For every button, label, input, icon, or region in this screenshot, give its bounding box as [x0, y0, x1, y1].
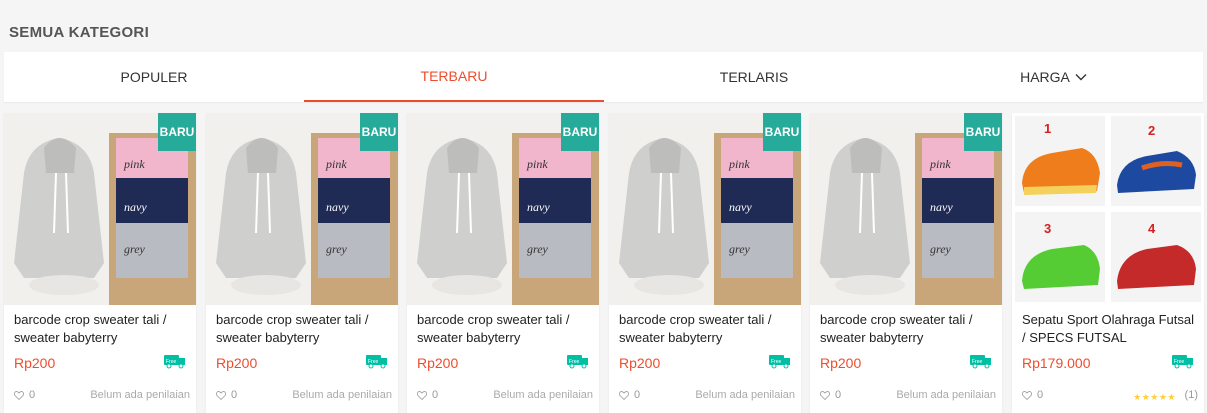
product-card[interactable]: pink navy grey BARU barcode crop sweater…: [407, 113, 599, 413]
like-count: 0: [835, 389, 842, 401]
product-image: pink navy grey BARU: [609, 113, 801, 305]
product-card[interactable]: pink navy grey BARU barcode crop sweater…: [4, 113, 196, 413]
product-card[interactable]: pink navy grey BARU barcode crop sweater…: [609, 113, 801, 413]
like-button[interactable]: 0: [417, 389, 438, 401]
product-title: barcode crop sweater tali / sweater baby…: [820, 312, 973, 345]
tab-label: TERBARU: [420, 68, 488, 84]
rating-count: (1): [1184, 389, 1198, 401]
product-title: barcode crop sweater tali / sweater baby…: [619, 312, 772, 345]
free-shipping-icon: Free: [366, 355, 387, 369]
rating-text: Belum ada penilaian: [90, 389, 190, 401]
rating-text: Belum ada penilaian: [493, 389, 593, 401]
product-title: barcode crop sweater tali / sweater baby…: [216, 312, 369, 345]
svg-text:Free: Free: [569, 359, 580, 365]
product-card[interactable]: pink navy grey BARU barcode crop sweater…: [810, 113, 1002, 413]
shoe-number: 1: [1044, 121, 1051, 136]
tab-label: POPULER: [120, 69, 188, 85]
svg-text:Free: Free: [368, 359, 379, 365]
rating-text: Belum ada penilaian: [695, 389, 795, 401]
product-title: barcode crop sweater tali / sweater baby…: [14, 312, 167, 345]
sweater-grey-label: grey: [729, 242, 751, 256]
product-title: Sepatu Sport Olahraga Futsal / SPECS FUT…: [1022, 312, 1194, 345]
sweater-pink-label: pink: [526, 157, 548, 171]
star-rating: ★★★★★: [1133, 392, 1176, 402]
like-count: 0: [29, 389, 36, 401]
tab-label: HARGA: [1020, 69, 1070, 85]
chevron-down-icon: [1075, 74, 1087, 81]
like-button[interactable]: 0: [14, 389, 35, 401]
tab-terlaris[interactable]: TERLARIS: [604, 52, 904, 102]
product-price: Rp200: [417, 355, 459, 371]
page-heading: SEMUA KATEGORI: [9, 24, 150, 41]
free-shipping-icon: Free: [970, 355, 991, 369]
svg-text:Free: Free: [972, 359, 983, 365]
sweater-pink-label: pink: [728, 157, 750, 171]
product-image: pink navy grey BARU: [206, 113, 398, 305]
heart-icon: [417, 390, 427, 400]
svg-text:Free: Free: [771, 359, 782, 365]
product-image: pink navy grey BARU: [4, 113, 196, 305]
heart-icon: [14, 390, 24, 400]
heart-icon: [820, 390, 830, 400]
product-image: 1 2 3 4: [1012, 113, 1204, 305]
sweater-grey-label: grey: [326, 242, 348, 256]
sort-tab-bar: POPULER TERBARU TERLARIS HARGA: [4, 52, 1203, 102]
sweater-navy-label: navy: [527, 200, 550, 214]
sweater-grey-label: grey: [124, 242, 146, 256]
like-count: 0: [432, 389, 439, 401]
new-badge: BARU: [158, 113, 196, 151]
product-price: Rp200: [216, 355, 258, 371]
shoe-number: 2: [1148, 123, 1155, 138]
product-card[interactable]: 1 2 3 4 Sepatu Sport Olahraga Futsal / S…: [1012, 113, 1204, 413]
svg-text:Free: Free: [1174, 359, 1185, 365]
sweater-navy-label: navy: [326, 200, 349, 214]
new-badge: BARU: [561, 113, 599, 151]
like-button[interactable]: 0: [1022, 389, 1043, 401]
product-image: pink navy grey BARU: [810, 113, 1002, 305]
product-card[interactable]: pink navy grey BARU barcode crop sweater…: [206, 113, 398, 413]
product-image: pink navy grey BARU: [407, 113, 599, 305]
product-title: barcode crop sweater tali / sweater baby…: [417, 312, 570, 345]
like-count: 0: [1037, 389, 1044, 401]
sweater-pink-label: pink: [325, 157, 347, 171]
tab-harga[interactable]: HARGA: [904, 52, 1204, 102]
heart-icon: [1022, 390, 1032, 400]
rating-text: Belum ada penilaian: [896, 389, 996, 401]
rating-text: Belum ada penilaian: [292, 389, 392, 401]
free-shipping-icon: Free: [1172, 355, 1193, 369]
product-price: Rp179.000: [1022, 355, 1091, 371]
shoe-number: 4: [1148, 221, 1156, 236]
free-shipping-icon: Free: [769, 355, 790, 369]
free-shipping-icon: Free: [164, 355, 185, 369]
tab-label: TERLARIS: [719, 69, 789, 85]
product-price: Rp200: [820, 355, 862, 371]
new-badge: BARU: [964, 113, 1002, 151]
shoe-number: 3: [1044, 221, 1051, 236]
sweater-navy-label: navy: [729, 200, 752, 214]
product-price: Rp200: [619, 355, 661, 371]
like-button[interactable]: 0: [820, 389, 841, 401]
like-count: 0: [231, 389, 238, 401]
like-button[interactable]: 0: [216, 389, 237, 401]
sweater-grey-label: grey: [930, 242, 952, 256]
heart-icon: [216, 390, 226, 400]
free-shipping-icon: Free: [567, 355, 588, 369]
tab-populer[interactable]: POPULER: [4, 52, 304, 102]
new-badge: BARU: [763, 113, 801, 151]
svg-text:Free: Free: [166, 359, 177, 365]
sweater-pink-label: pink: [929, 157, 951, 171]
like-count: 0: [634, 389, 641, 401]
new-badge: BARU: [360, 113, 398, 151]
like-button[interactable]: 0: [619, 389, 640, 401]
sweater-pink-label: pink: [123, 157, 145, 171]
sweater-navy-label: navy: [930, 200, 953, 214]
heart-icon: [619, 390, 629, 400]
sweater-grey-label: grey: [527, 242, 549, 256]
sweater-navy-label: navy: [124, 200, 147, 214]
tab-terbaru[interactable]: TERBARU: [304, 52, 604, 102]
product-price: Rp200: [14, 355, 56, 371]
